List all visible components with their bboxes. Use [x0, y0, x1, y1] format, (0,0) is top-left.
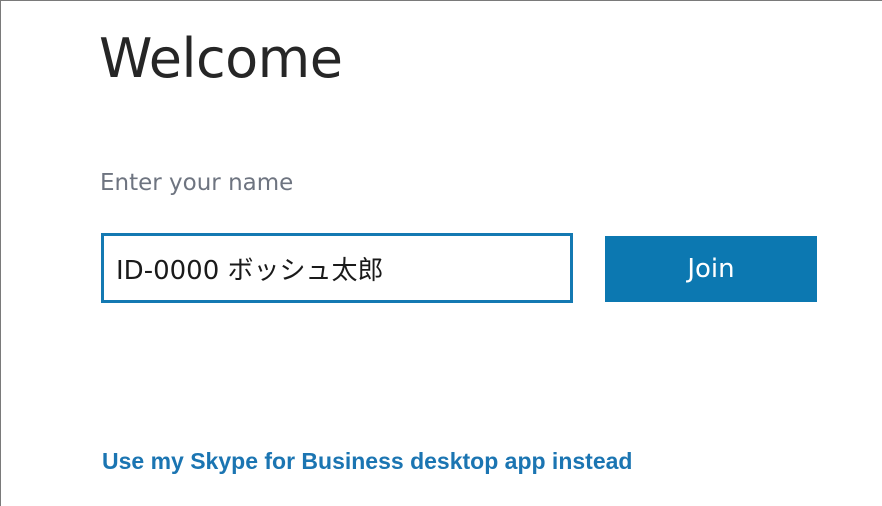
page-title: Welcome: [99, 27, 343, 90]
join-meeting-panel: Welcome Enter your name Join Use my Skyp…: [0, 0, 882, 506]
join-button[interactable]: Join: [605, 236, 817, 302]
use-desktop-app-link[interactable]: Use my Skype for Business desktop app in…: [102, 445, 632, 477]
name-input[interactable]: [101, 233, 573, 303]
name-field-label: Enter your name: [100, 170, 294, 196]
